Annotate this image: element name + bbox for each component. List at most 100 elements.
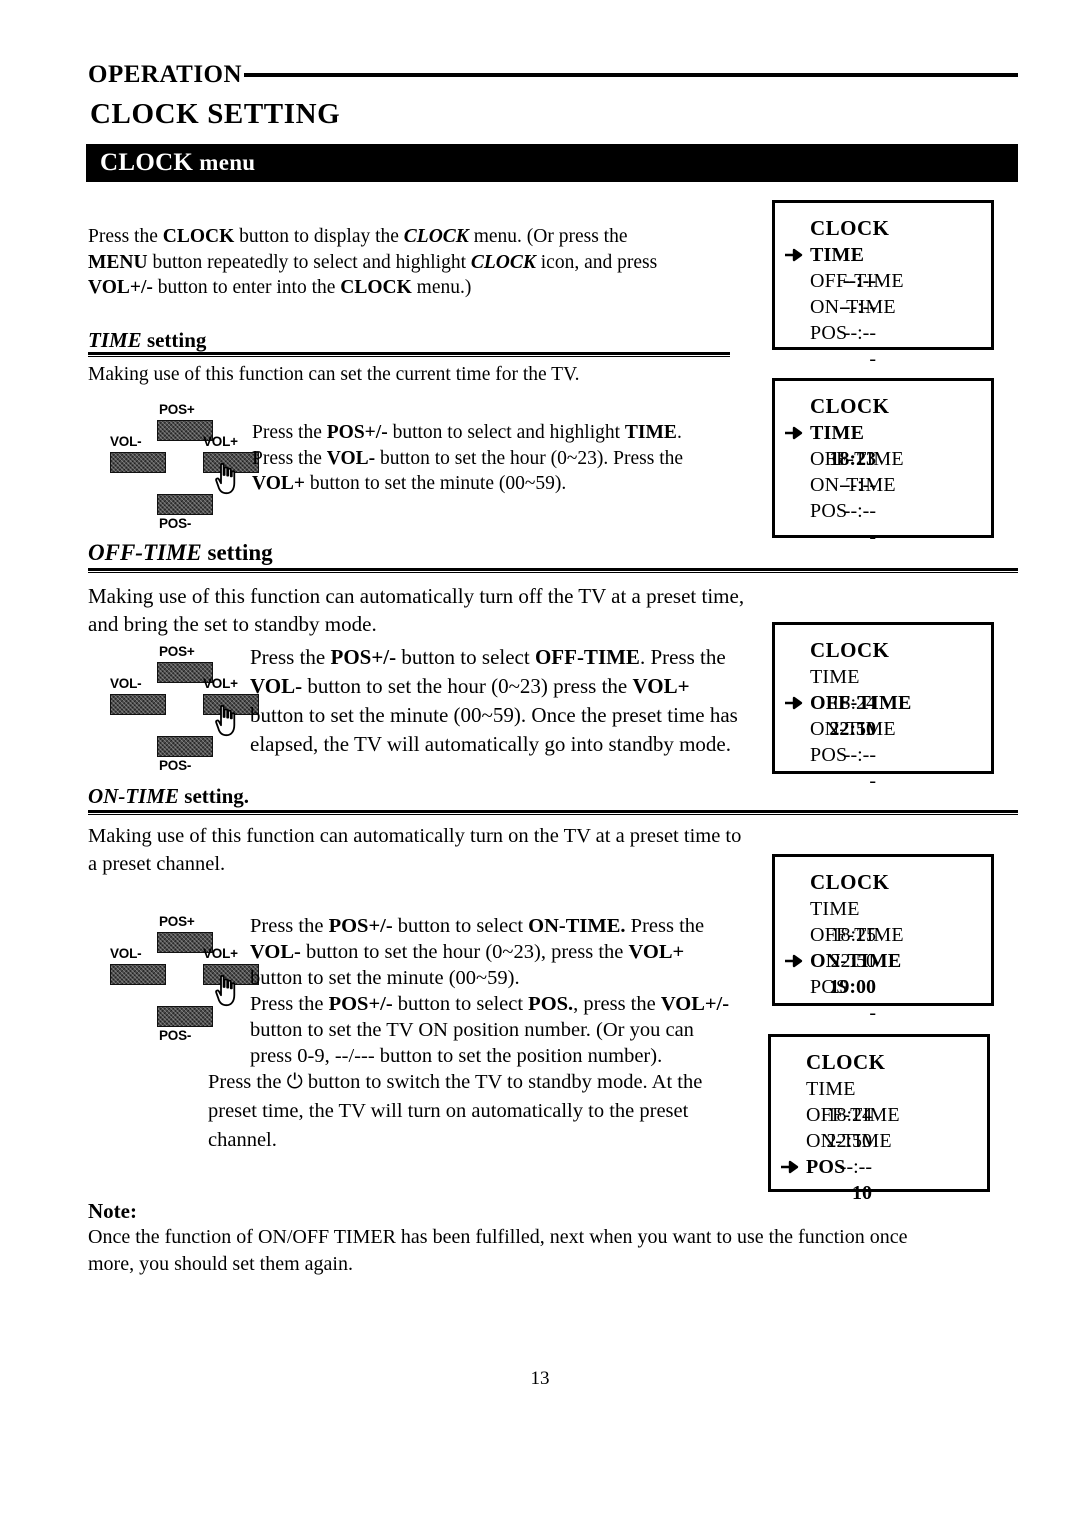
- time-steps-text: Press the POS+/- button to select and hi…: [252, 422, 684, 494]
- note-title: Note:: [88, 1199, 137, 1223]
- keypad-diagram-off-time: POS+ VOL- VOL+ POS-: [110, 640, 260, 773]
- osd-row-label: POS: [806, 1156, 846, 1178]
- off-time-description: Making use of this function can automati…: [88, 584, 745, 636]
- osd-panel-off-time-set: CLOCK TIME18:24 OFF-TIME22:50 ON-TIME--:…: [772, 622, 994, 792]
- section-divider-time: [88, 352, 730, 357]
- selection-arrow-icon: [785, 954, 803, 968]
- keypad-label-vol-plus: VOL+: [203, 434, 238, 449]
- off-time-steps-text: Press the POS+/- button to select OFF-TI…: [250, 645, 738, 756]
- osd-row-value: -: [869, 526, 876, 548]
- osd-row-label: TIME: [810, 244, 865, 266]
- osd-row-off-time[interactable]: OFF-TIME22:50: [775, 690, 991, 740]
- osd-row-label: OFF-TIME: [810, 924, 904, 946]
- on-time-steps-text: Press the POS+/- button to select ON-TIM…: [250, 915, 730, 1067]
- osd-row-time[interactable]: TIME18:25: [775, 896, 991, 946]
- osd-panel-clock-initial: CLOCK TIME--:-- OFF-TIME--:-- ON-TIME--:…: [772, 200, 994, 370]
- osd-row-label: TIME: [806, 1078, 856, 1100]
- osd-row-label: POS: [810, 976, 848, 998]
- osd-row-label: ON-TIME: [810, 296, 896, 318]
- osd-panel-on-time-set: CLOCK TIME18:25 OFF-TIME22:50 ON-TIME19:…: [772, 854, 994, 1024]
- osd-row-label: POS: [810, 744, 848, 766]
- osd-row-pos[interactable]: POS-: [775, 498, 991, 548]
- osd-title: CLOCK: [810, 394, 890, 418]
- osd-title: CLOCK: [810, 216, 890, 240]
- osd-row-time[interactable]: TIME18:24: [775, 664, 991, 714]
- osd-panel-pos-set: CLOCK TIME18:24 OFF-TIME22:50 ON-TIME--:…: [768, 1034, 990, 1204]
- keypad-diagram-on-time: POS+ VOL- VOL+ POS-: [110, 910, 260, 1043]
- section-heading-on-time: ON-TIME setting.: [88, 784, 250, 808]
- osd-row-on-time[interactable]: ON-TIME--:--: [775, 716, 991, 766]
- clock-menu-bar-label: CLOCK menu: [100, 149, 256, 176]
- keypad-label-pos-plus: POS+: [159, 914, 195, 929]
- osd-title: CLOCK: [810, 870, 890, 894]
- keypad-button-pos-minus[interactable]: [157, 494, 213, 515]
- keypad-label-vol-plus: VOL+: [203, 946, 238, 961]
- hand-pointer-icon: [215, 704, 236, 737]
- osd-row-time[interactable]: TIME18:24: [771, 1076, 987, 1126]
- osd-row-label: ON-TIME: [810, 950, 902, 972]
- hand-pointer-icon: [215, 462, 236, 495]
- osd-row-pos[interactable]: POS10: [771, 1154, 987, 1204]
- osd-row-label: OFF-TIME: [810, 270, 904, 292]
- power-icon: ⏻: [286, 1071, 303, 1093]
- osd-row-on-time[interactable]: ON-TIME19:00: [775, 948, 991, 998]
- header-rule: [244, 73, 1018, 77]
- page-number: 13: [530, 1368, 550, 1389]
- keypad-label-pos-minus: POS-: [159, 1028, 192, 1043]
- on-time-description: Making use of this function can automati…: [88, 825, 742, 875]
- osd-row-label: OFF-TIME: [806, 1104, 900, 1126]
- intro-paragraph: Press the CLOCK button to display the CL…: [88, 226, 658, 298]
- note-body: Once the function of ON/OFF TIMER has be…: [88, 1226, 908, 1275]
- osd-row-value: -: [869, 770, 876, 792]
- keypad-button-pos-minus[interactable]: [157, 736, 213, 757]
- hand-pointer-icon: [215, 974, 236, 1007]
- osd-row-label: OFF-TIME: [810, 692, 912, 714]
- osd-row-off-time[interactable]: OFF-TIME--:--: [775, 268, 991, 318]
- keypad-button-pos-minus[interactable]: [157, 1006, 213, 1027]
- standby-instructions: Press the ⏻ button to switch the TV to s…: [208, 1071, 703, 1151]
- keypad-button-vol-minus[interactable]: [110, 964, 166, 985]
- keypad-label-vol-minus: VOL-: [110, 946, 142, 961]
- osd-row-value: -: [869, 1002, 876, 1024]
- clock-menu-section-bar: CLOCK menu: [86, 144, 1018, 182]
- osd-row-on-time[interactable]: ON-TIME--:--: [775, 472, 991, 522]
- section-heading-off-time: OFF-TIME setting: [88, 540, 273, 565]
- keypad-label-vol-minus: VOL-: [110, 434, 142, 449]
- osd-row-off-time[interactable]: OFF-TIME22:50: [775, 922, 991, 972]
- operation-label: OPERATION: [88, 60, 243, 88]
- operation-header: OPERATION: [88, 58, 1018, 90]
- osd-row-label: TIME: [810, 422, 865, 444]
- osd-row-value: -: [869, 348, 876, 370]
- osd-row-label: TIME: [810, 898, 860, 920]
- osd-row-off-time[interactable]: OFF-TIME22:50: [771, 1102, 987, 1152]
- osd-row-on-time[interactable]: ON-TIME--:--: [771, 1128, 987, 1178]
- selection-arrow-icon: [785, 696, 803, 710]
- keypad-button-vol-minus[interactable]: [110, 452, 166, 473]
- osd-row-label: ON-TIME: [810, 718, 896, 740]
- osd-row-label: ON-TIME: [810, 474, 896, 496]
- keypad-label-vol-plus: VOL+: [203, 676, 238, 691]
- osd-row-pos[interactable]: POS-: [775, 974, 991, 1024]
- osd-row-label: TIME: [810, 666, 860, 688]
- keypad-label-pos-plus: POS+: [159, 402, 195, 417]
- section-divider-off-time: [88, 568, 1018, 573]
- keypad-label-pos-minus: POS-: [159, 758, 192, 773]
- osd-title: CLOCK: [806, 1050, 886, 1074]
- osd-row-time[interactable]: TIME--:--: [775, 242, 991, 292]
- keypad-label-vol-minus: VOL-: [110, 676, 142, 691]
- keypad-label-pos-minus: POS-: [159, 516, 192, 531]
- osd-row-off-time[interactable]: OFF-TIME--:--: [775, 446, 991, 496]
- osd-panel-time-set: CLOCK TIME18:23 OFF-TIME--:-- ON-TIME--:…: [772, 378, 994, 548]
- selection-arrow-icon: [781, 1160, 799, 1174]
- time-description: Making use of this function can set the …: [88, 364, 580, 385]
- section-divider-on-time: [88, 810, 1018, 815]
- keypad-diagram-time: POS+ VOL- VOL+ POS-: [110, 398, 260, 531]
- keypad-label-pos-plus: POS+: [159, 644, 195, 659]
- osd-row-on-time[interactable]: ON-TIME--:--: [775, 294, 991, 344]
- osd-row-pos[interactable]: POS-: [775, 742, 991, 792]
- selection-arrow-icon: [785, 248, 803, 262]
- keypad-button-vol-minus[interactable]: [110, 694, 166, 715]
- page-title: CLOCK SETTING: [90, 98, 341, 130]
- osd-row-time[interactable]: TIME18:23: [775, 420, 991, 470]
- osd-row-pos[interactable]: POS-: [775, 320, 991, 370]
